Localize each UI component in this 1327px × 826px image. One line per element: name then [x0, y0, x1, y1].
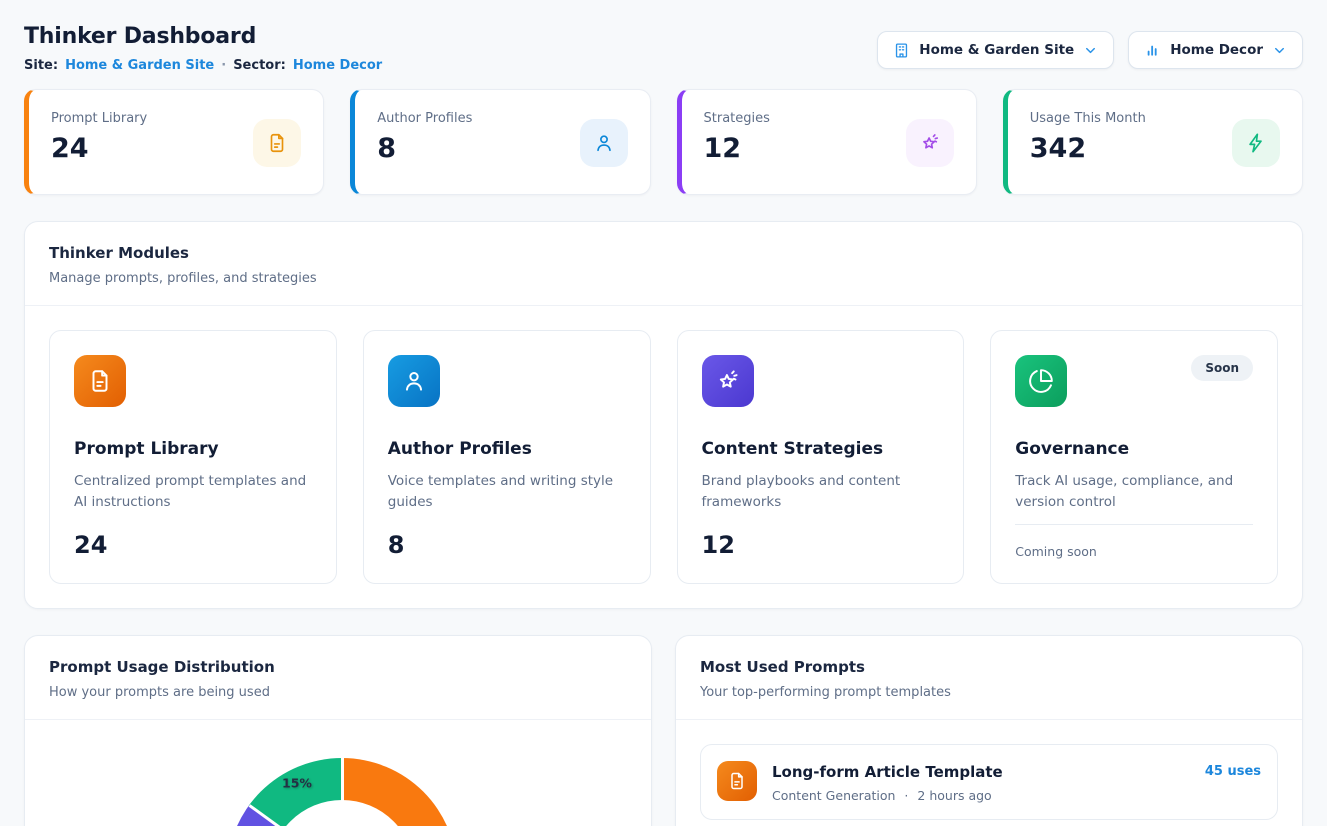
- module-count: 24: [74, 531, 312, 559]
- sparkle-star-icon: [906, 119, 954, 167]
- stat-card-prompt-library: Prompt Library 24: [24, 89, 324, 195]
- donut-chart-area: 15%: [25, 720, 651, 826]
- sector-dropdown-label: Home Decor: [1170, 42, 1263, 58]
- usage-panel-subtitle: How your prompts are being used: [49, 685, 627, 700]
- modules-panel-header: Thinker Modules Manage prompts, profiles…: [25, 222, 1302, 306]
- site-dropdown-button[interactable]: Home & Garden Site: [877, 31, 1114, 69]
- prompt-item-title: Long-form Article Template: [772, 761, 1003, 781]
- module-count: 8: [388, 531, 626, 559]
- bar-chart-icon: [1144, 42, 1161, 59]
- modules-panel-title: Thinker Modules: [49, 244, 1278, 262]
- chevron-down-icon: [1083, 43, 1098, 58]
- module-card-governance[interactable]: Soon Governance Track AI usage, complian…: [990, 330, 1278, 584]
- sector-label: Sector:: [233, 58, 286, 73]
- prompt-item-body: Long-form Article Template Content Gener…: [772, 761, 1003, 803]
- module-description: Centralized prompt templates and AI inst…: [74, 471, 312, 513]
- header-actions: Home & Garden Site Home Decor: [877, 24, 1303, 69]
- thinker-modules-panel: Thinker Modules Manage prompts, profiles…: [24, 221, 1303, 609]
- prompts-panel-title: Most Used Prompts: [700, 658, 1278, 676]
- document-icon: [717, 761, 757, 801]
- document-icon: [74, 355, 126, 407]
- soon-badge: Soon: [1191, 355, 1253, 381]
- usage-distribution-card: Prompt Usage Distribution How your promp…: [24, 635, 652, 826]
- lightning-bolt-icon: [1232, 119, 1280, 167]
- donut-hole: [269, 800, 415, 826]
- site-label: Site:: [24, 58, 58, 73]
- usage-panel-header: Prompt Usage Distribution How your promp…: [25, 636, 651, 720]
- module-description: Brand playbooks and content frameworks: [702, 471, 940, 513]
- sector-link[interactable]: Home Decor: [293, 58, 382, 73]
- prompt-uses-badge: 45 uses: [1205, 761, 1261, 779]
- usage-panel-title: Prompt Usage Distribution: [49, 658, 627, 676]
- document-icon: [253, 119, 301, 167]
- separator-dot: ·: [221, 58, 226, 73]
- person-icon: [388, 355, 440, 407]
- divider: [1015, 524, 1253, 525]
- modules-panel-subtitle: Manage prompts, profiles, and strategies: [49, 271, 1278, 286]
- module-card-content-strategies[interactable]: Content Strategies Brand playbooks and c…: [677, 330, 965, 584]
- module-title: Prompt Library: [74, 439, 312, 459]
- stat-card-author-profiles: Author Profiles 8: [350, 89, 650, 195]
- building-icon: [893, 42, 910, 59]
- person-icon: [580, 119, 628, 167]
- module-card-prompt-library[interactable]: Prompt Library Centralized prompt templa…: [49, 330, 337, 584]
- chevron-down-icon: [1272, 43, 1287, 58]
- sector-dropdown-button[interactable]: Home Decor: [1128, 31, 1303, 69]
- stat-card-usage: Usage This Month 342: [1003, 89, 1303, 195]
- prompt-timestamp: 2 hours ago: [917, 788, 991, 803]
- breadcrumb: Site: Home & Garden Site · Sector: Home …: [24, 58, 382, 73]
- prompts-panel-subtitle: Your top-performing prompt templates: [700, 685, 1278, 700]
- stat-card-strategies: Strategies 12: [677, 89, 977, 195]
- module-card-author-profiles[interactable]: Author Profiles Voice templates and writ…: [363, 330, 651, 584]
- module-description: Track AI usage, compliance, and version …: [1015, 471, 1253, 513]
- prompt-item-meta: Content Generation · 2 hours ago: [772, 788, 1003, 803]
- module-count: 12: [702, 531, 940, 559]
- site-dropdown-label: Home & Garden Site: [919, 42, 1074, 58]
- sparkle-star-icon: [702, 355, 754, 407]
- module-title: Content Strategies: [702, 439, 940, 459]
- site-link[interactable]: Home & Garden Site: [65, 58, 214, 73]
- prompt-list: Long-form Article Template Content Gener…: [676, 720, 1302, 826]
- bottom-row: Prompt Usage Distribution How your promp…: [24, 635, 1303, 826]
- prompts-panel-header: Most Used Prompts Your top-performing pr…: [676, 636, 1302, 720]
- dashboard-page: Thinker Dashboard Site: Home & Garden Si…: [0, 0, 1327, 826]
- page-title: Thinker Dashboard: [24, 24, 382, 49]
- module-description: Voice templates and writing style guides: [388, 471, 626, 513]
- module-title: Governance: [1015, 439, 1253, 459]
- list-item-long-form-article[interactable]: Long-form Article Template Content Gener…: [700, 744, 1278, 820]
- page-header: Thinker Dashboard Site: Home & Garden Si…: [24, 24, 1303, 73]
- header-left: Thinker Dashboard Site: Home & Garden Si…: [24, 24, 382, 73]
- module-title: Author Profiles: [388, 439, 626, 459]
- pie-chart-icon: [1015, 355, 1067, 407]
- prompt-category: Content Generation: [772, 788, 895, 803]
- most-used-prompts-card: Most Used Prompts Your top-performing pr…: [675, 635, 1303, 826]
- coming-soon-text: Coming soon: [1015, 544, 1253, 559]
- donut-segment-label: 15%: [282, 776, 312, 791]
- donut-chart: [227, 758, 457, 826]
- separator-dot: ·: [904, 788, 908, 803]
- modules-grid: Prompt Library Centralized prompt templa…: [25, 306, 1302, 608]
- stats-row: Prompt Library 24 Author Profiles 8 Stra…: [24, 89, 1303, 195]
